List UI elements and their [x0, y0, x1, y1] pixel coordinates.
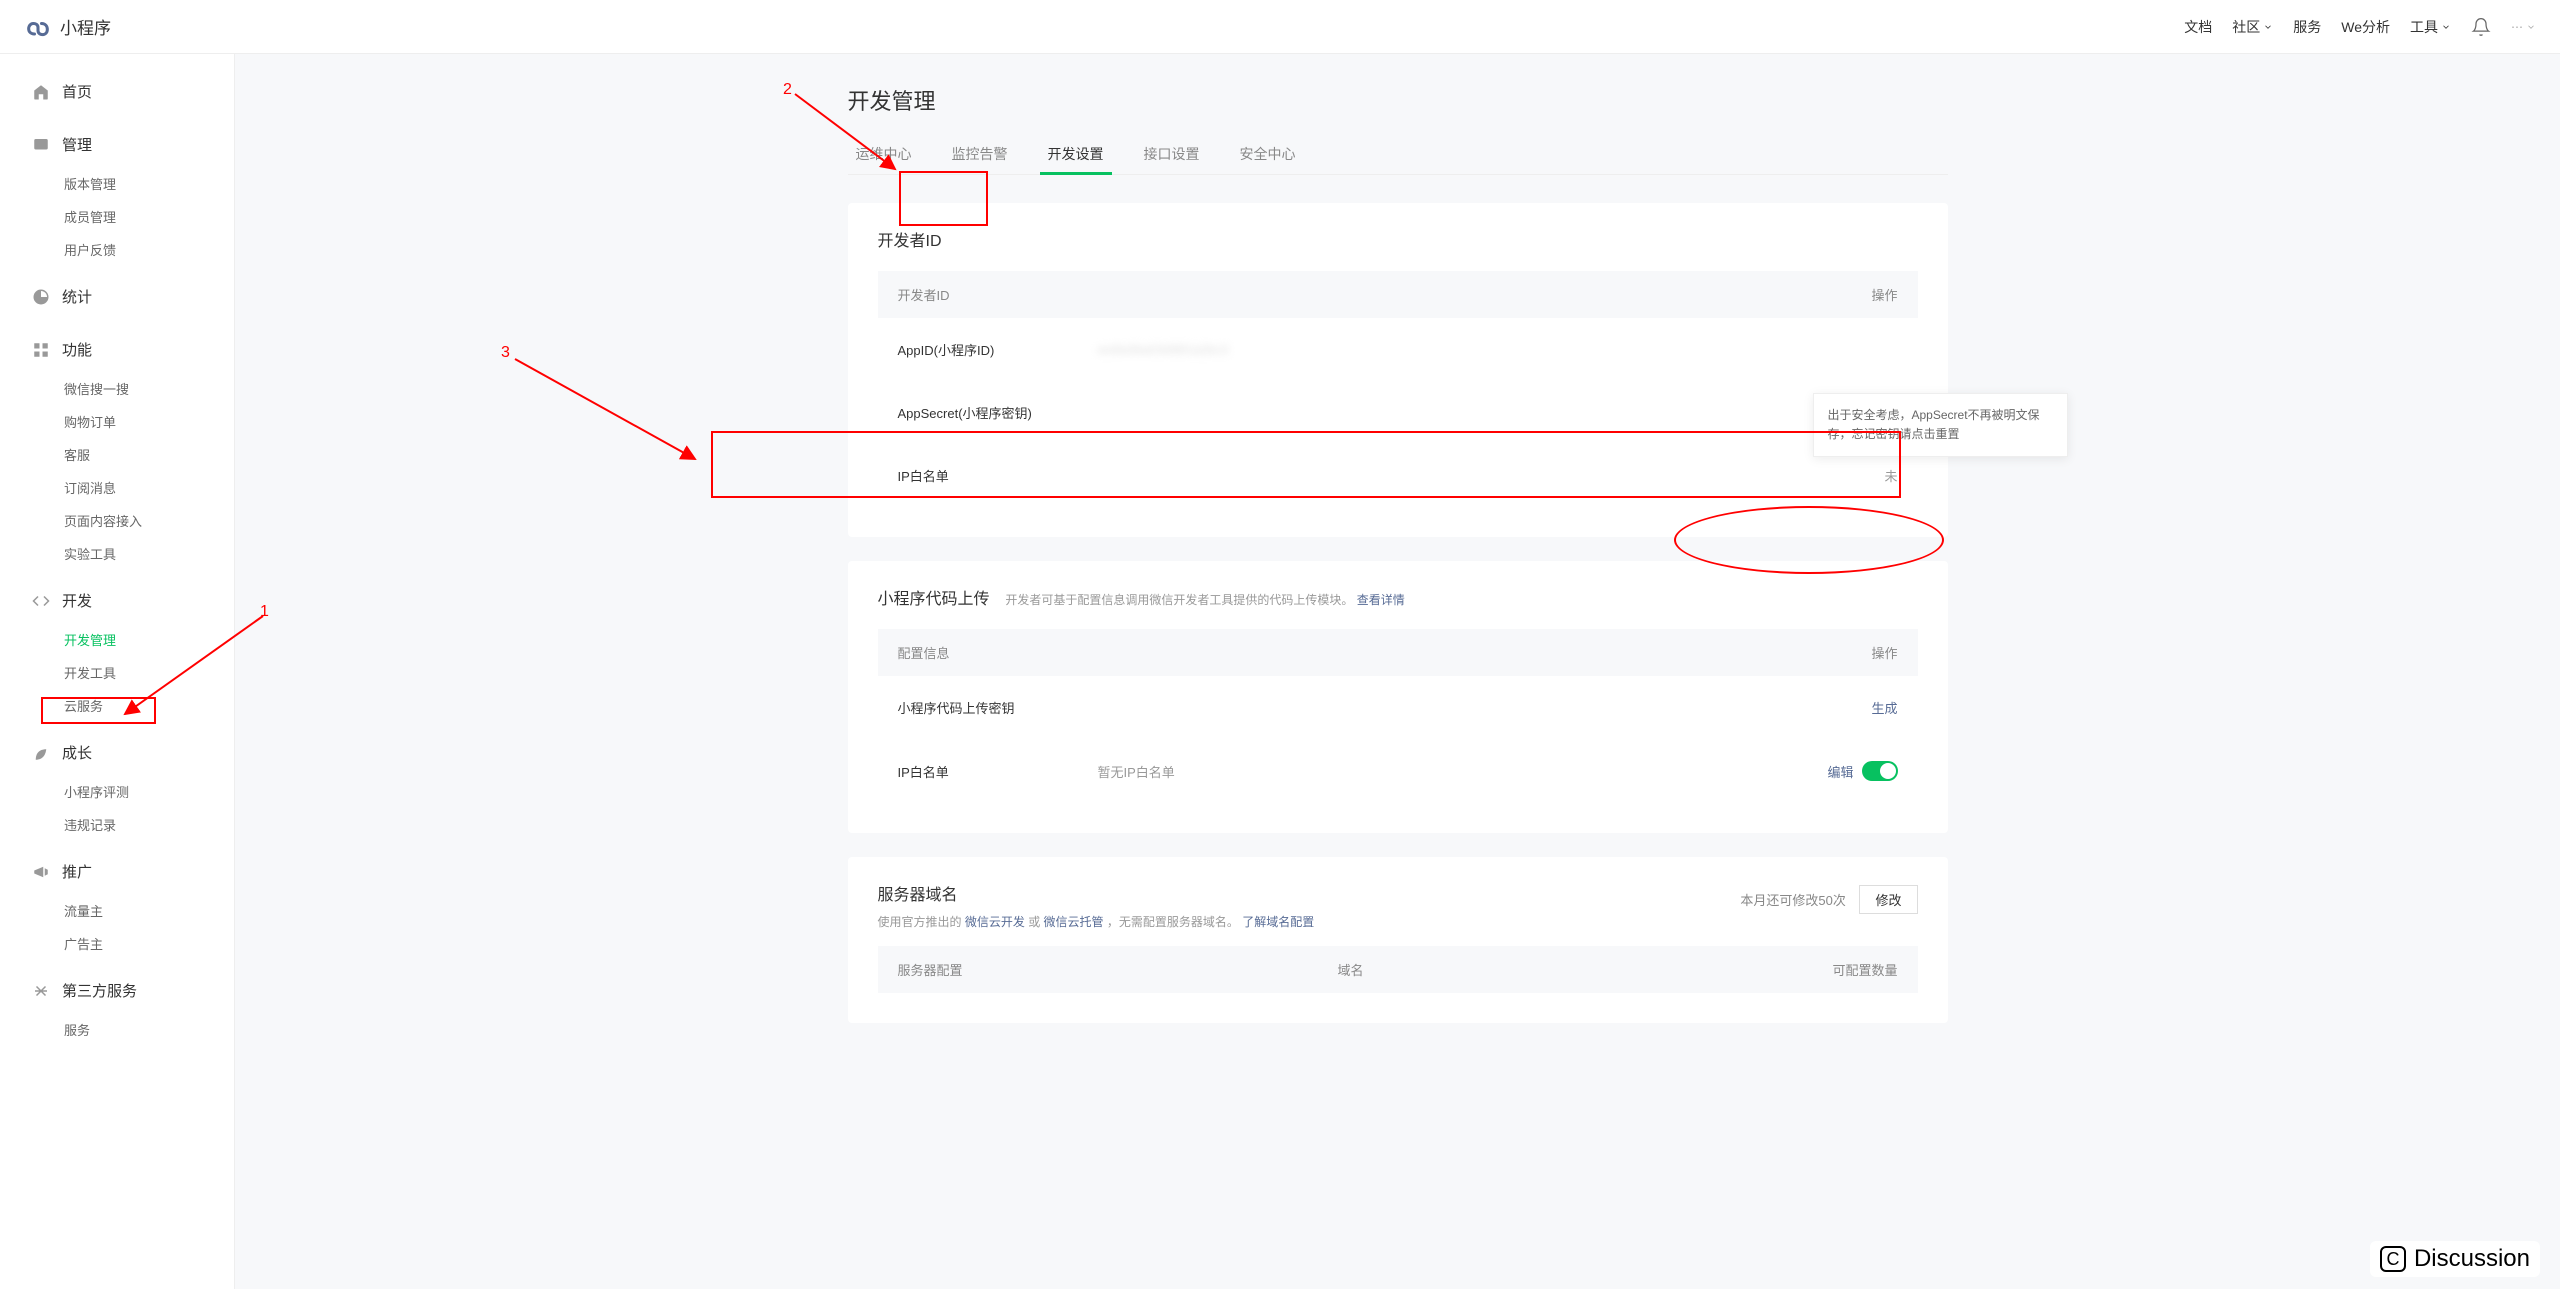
page-title: 开发管理	[848, 84, 1948, 116]
edit-link[interactable]: 编辑	[1827, 762, 1853, 781]
card-subtitle-domain: 使用官方推出的 微信云开发 或 微信云托管 ，无需配置服务器域名。 了解域名配置	[878, 913, 1918, 930]
link-domain-docs[interactable]: 了解域名配置	[1242, 915, 1314, 929]
link-icon	[32, 982, 50, 1000]
sidebar-dev[interactable]: 开发	[0, 578, 234, 623]
header-right: 文档 社区 服务 We分析 工具 ⋯	[2184, 17, 2536, 37]
sidebar-item-search[interactable]: 微信搜一搜	[0, 372, 234, 405]
card-upload: 小程序代码上传 开发者可基于配置信息调用微信开发者工具提供的代码上传模块。 查看…	[848, 561, 1948, 833]
nav-community[interactable]: 社区	[2232, 17, 2273, 37]
sidebar-third-party[interactable]: 第三方服务	[0, 968, 234, 1013]
chevron-down-icon	[2441, 22, 2451, 32]
manage-icon	[32, 136, 50, 154]
annotation-number-3: 3	[501, 344, 510, 362]
nav-docs[interactable]: 文档	[2184, 17, 2212, 37]
card-domain: 服务器域名 本月还可修改50次 修改 使用官方推出的 微信云开发 或 微信云托管…	[848, 857, 1948, 1023]
sidebar: 首页 管理 版本管理 成员管理 用户反馈 统计 功能 微信搜一搜 购物订单	[0, 54, 235, 1289]
table-row-upload-ip: IP白名单 暂无IP白名单 编辑	[878, 739, 1918, 803]
generate-link[interactable]: 生成	[1871, 698, 1897, 717]
header: 小程序 文档 社区 服务 We分析 工具 ⋯	[0, 0, 2560, 54]
toggle-ip-whitelist[interactable]	[1862, 761, 1898, 781]
table-row-upload-key: 小程序代码上传密钥 生成	[878, 676, 1918, 739]
card-subtitle: 开发者可基于配置信息调用微信开发者工具提供的代码上传模块。 查看详情	[1005, 593, 1404, 607]
grid-icon	[32, 341, 50, 359]
sidebar-item-review[interactable]: 小程序评测	[0, 775, 234, 808]
tab-dev-settings[interactable]: 开发设置	[1040, 134, 1112, 174]
tab-monitor[interactable]: 监控告警	[944, 134, 1016, 174]
table-row-appsecret: AppSecret(小程序密钥) 重置 ?	[878, 381, 1918, 444]
sidebar-item-members[interactable]: 成员管理	[0, 200, 234, 233]
tabs: 运维中心 监控告警 开发设置 接口设置 安全中心	[848, 134, 1948, 175]
domain-table-header: 服务器配置 域名 可配置数量	[878, 946, 1918, 993]
nav-tools[interactable]: 工具	[2410, 17, 2451, 37]
card-title: 服务器域名	[878, 881, 958, 905]
sidebar-item-cloud[interactable]: 云服务	[0, 689, 234, 722]
home-icon	[32, 83, 50, 101]
table-header: 开发者ID 操作	[878, 271, 1918, 318]
nav-weanalyze[interactable]: We分析	[2341, 17, 2390, 37]
table-row-appid: AppID(小程序ID) wx8a3ba03d981a2bc3	[878, 318, 1918, 381]
sidebar-item-shop[interactable]: 购物订单	[0, 405, 234, 438]
sidebar-item-customer[interactable]: 客服	[0, 438, 234, 471]
sidebar-item-service[interactable]: 服务	[0, 1013, 234, 1046]
megaphone-icon	[32, 863, 50, 881]
header-left: 小程序	[24, 13, 111, 41]
annotation-number-2: 2	[783, 81, 792, 99]
logo-icon	[24, 13, 52, 41]
nav-services[interactable]: 服务	[2293, 17, 2321, 37]
bell-icon[interactable]	[2471, 17, 2491, 37]
annotation-number-1: 1	[260, 603, 269, 621]
link-cloud-host[interactable]: 微信云托管	[1044, 915, 1104, 929]
leaf-icon	[32, 744, 50, 762]
chevron-down-icon	[2526, 22, 2536, 32]
sidebar-item-traffic[interactable]: 流量主	[0, 894, 234, 927]
logo-text: 小程序	[60, 14, 111, 39]
sidebar-manage[interactable]: 管理	[0, 122, 234, 167]
sidebar-item-violation[interactable]: 违规记录	[0, 808, 234, 841]
sidebar-home[interactable]: 首页	[0, 69, 234, 114]
tab-security[interactable]: 安全中心	[1232, 134, 1304, 174]
sidebar-item-dev-manage[interactable]: 开发管理	[0, 623, 234, 656]
sidebar-promo[interactable]: 推广	[0, 849, 234, 894]
sidebar-item-version[interactable]: 版本管理	[0, 167, 234, 200]
link-details[interactable]: 查看详情	[1357, 593, 1405, 607]
modify-button[interactable]: 修改	[1859, 885, 1917, 914]
tab-api[interactable]: 接口设置	[1136, 134, 1208, 174]
tooltip-appsecret: 出于安全考虑，AppSecret不再被明文保存，忘记密钥请点击重置	[1813, 393, 2068, 457]
table-row-ip: IP白名单 未	[878, 444, 1918, 507]
nav-profile[interactable]: ⋯	[2511, 20, 2536, 34]
sidebar-growth[interactable]: 成长	[0, 730, 234, 775]
card-dev-id: 开发者ID 开发者ID 操作 AppID(小程序ID) wx8a3ba03d98…	[848, 203, 1948, 537]
c-icon: C	[2380, 1246, 2406, 1272]
card-title: 小程序代码上传	[878, 585, 990, 609]
sidebar-item-feedback[interactable]: 用户反馈	[0, 233, 234, 266]
card-right-info: 本月还可修改50次 修改	[1740, 885, 1917, 914]
sidebar-item-subscribe[interactable]: 订阅消息	[0, 471, 234, 504]
link-cloud-dev[interactable]: 微信云开发	[965, 915, 1025, 929]
sidebar-item-experiment[interactable]: 实验工具	[0, 537, 234, 570]
sidebar-stats[interactable]: 统计	[0, 274, 234, 319]
main: 开发管理 运维中心 监控告警 开发设置 接口设置 安全中心 开发者ID 开发者I…	[235, 54, 2560, 1289]
chevron-down-icon	[2263, 22, 2273, 32]
discussion-badge[interactable]: C Discussion	[2370, 1241, 2540, 1277]
sidebar-features[interactable]: 功能	[0, 327, 234, 372]
sidebar-item-pagecontent[interactable]: 页面内容接入	[0, 504, 234, 537]
code-icon	[32, 592, 50, 610]
sidebar-item-advertiser[interactable]: 广告主	[0, 927, 234, 960]
pie-icon	[32, 288, 50, 306]
tab-ops[interactable]: 运维中心	[848, 134, 920, 174]
table-header: 配置信息 操作	[878, 629, 1918, 676]
card-title: 开发者ID	[878, 227, 942, 251]
sidebar-item-dev-tools[interactable]: 开发工具	[0, 656, 234, 689]
